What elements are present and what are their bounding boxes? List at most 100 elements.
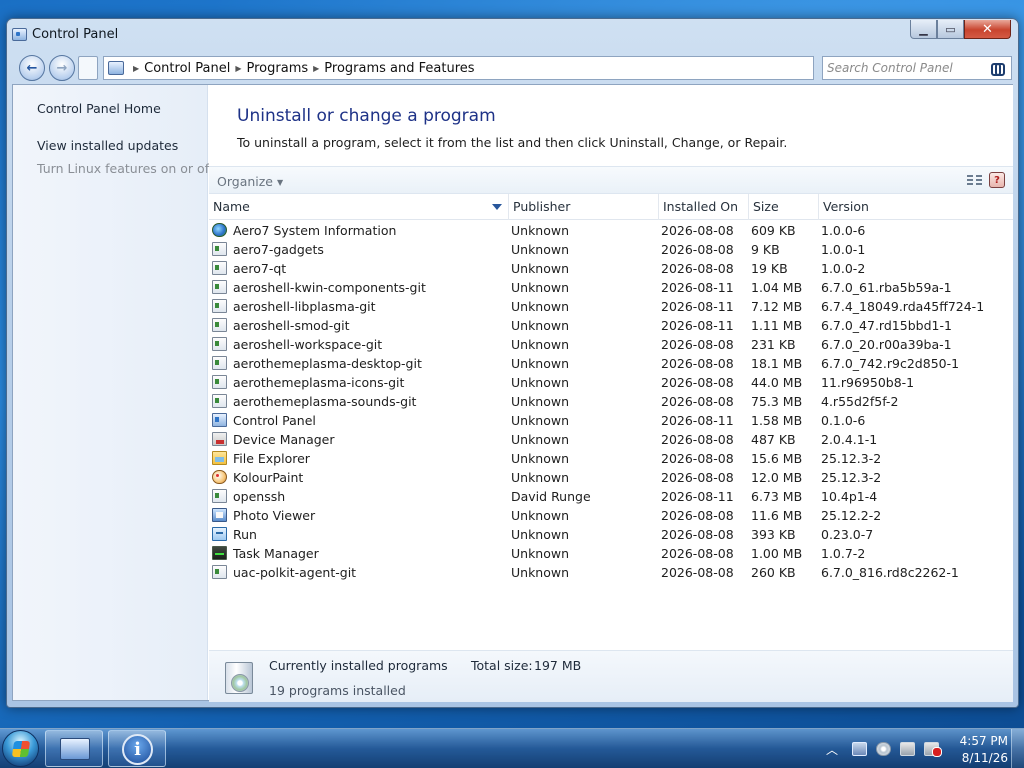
program-name: aeroshell-libplasma-git [233,299,376,314]
volume-muted-icon[interactable] [924,742,942,757]
program-name: aerothemeplasma-sounds-git [233,394,417,409]
device-icon[interactable] [900,742,915,756]
table-row[interactable]: File Explorer Unknown 2026-08-08 15.6 MB 25.… [209,449,1013,468]
main-pane: Uninstall or change a program To uninsta… [209,85,1013,702]
program-size: 18.1 MB [751,356,803,371]
table-row[interactable]: aeroshell-libplasma-git Unknown 2026-08-11… [209,297,1013,316]
table-row[interactable]: Aero7 System Information Unknown 2026-08-0… [209,221,1013,240]
taskbar-clock[interactable]: 4:57 PM 8/11/26 [946,733,1008,767]
program-installed-on: 2026-08-08 [661,261,734,276]
search-input[interactable] [827,61,987,75]
program-size: 75.3 MB [751,394,803,409]
table-row[interactable]: aeroshell-workspace-git Unknown 2026-08-08… [209,335,1013,354]
table-row[interactable]: openssh David Runge 2026-08-11 6.73 MB 10.4p… [209,487,1013,506]
table-row[interactable]: Task Manager Unknown 2026-08-08 1.00 MB 1.0.… [209,544,1013,563]
table-row[interactable]: aerothemeplasma-icons-git Unknown 2026-08-… [209,373,1013,392]
table-row[interactable]: Run Unknown 2026-08-08 393 KB 0.23.0-7 [209,525,1013,544]
breadcrumb-control-panel[interactable]: Control Panel [144,61,230,76]
program-name: aero7-gadgets [233,242,324,257]
program-publisher: Unknown [511,451,570,466]
paint-icon [212,470,227,484]
chevron-right-icon[interactable]: ▶ [133,64,139,73]
control-panel-window: Control Panel ▁ ▭ ✕ ← → ▶ Control Panel … [6,18,1019,708]
globe-icon [212,223,227,237]
table-row[interactable]: aero7-gadgets Unknown 2026-08-08 9 KB 1.0.0-… [209,240,1013,259]
chevron-right-icon[interactable]: ▶ [313,64,319,73]
organize-menu[interactable]: Organize ▼ [217,174,283,189]
show-desktop-button[interactable] [1011,729,1024,768]
program-publisher: Unknown [511,470,570,485]
program-name: uac-polkit-agent-git [233,565,357,580]
program-size: 1.04 MB [751,280,803,295]
clock-time: 4:57 PM [959,734,1008,748]
folder-icon [212,451,227,465]
total-size-label: Total size: [471,658,533,673]
program-installed-on: 2026-08-11 [661,318,734,333]
search-box [822,56,1012,80]
program-name: Run [233,527,257,542]
sort-descending-icon [492,204,502,210]
taskbar-control-panel-button[interactable] [45,730,103,767]
program-version: 1.0.0-2 [821,261,866,276]
table-row[interactable]: aero7-qt Unknown 2026-08-08 19 KB 1.0.0-2 [209,259,1013,278]
taskbar-info-button[interactable]: i [108,730,166,767]
breadcrumb-programs-and-features[interactable]: Programs and Features [324,61,474,76]
table-row[interactable]: aerothemeplasma-desktop-git Unknown 2026-0… [209,354,1013,373]
chevron-right-icon[interactable]: ▶ [235,64,241,73]
address-bar[interactable]: ▶ Control Panel ▶ Programs ▶ Programs an… [103,56,814,80]
control-panel-icon [60,738,90,760]
table-row[interactable]: aerothemeplasma-sounds-git Unknown 2026-08… [209,392,1013,411]
program-size: 1.58 MB [751,413,803,428]
view-options-icon[interactable] [967,174,983,187]
network-icon[interactable] [852,742,867,756]
program-publisher: Unknown [511,432,570,447]
table-row[interactable]: Device Manager Unknown 2026-08-08 487 KB 2.0… [209,430,1013,449]
program-version: 6.7.0_742.r9c2d850-1 [821,356,960,371]
forward-button[interactable]: → [49,55,75,81]
table-row[interactable]: uac-polkit-agent-git Unknown 2026-08-08 260… [209,563,1013,582]
table-row[interactable]: Control Panel Unknown 2026-08-11 1.58 MB 0.1… [209,411,1013,430]
arrow-left-icon: ← [26,60,38,76]
program-version: 2.0.4.1-1 [821,432,878,447]
program-publisher: Unknown [511,375,570,390]
maximize-button[interactable]: ▭ [937,20,964,39]
chevron-down-icon: ▼ [277,178,284,187]
program-publisher: Unknown [511,356,570,371]
status-title: Currently installed programs [269,658,448,673]
disc-icon[interactable] [876,742,891,756]
package-icon [212,394,227,408]
window-title: Control Panel [32,27,119,42]
table-row[interactable]: Photo Viewer Unknown 2026-08-08 11.6 MB 25.1… [209,506,1013,525]
package-icon [212,565,227,579]
program-installed-on: 2026-08-08 [661,375,734,390]
table-row[interactable]: KolourPaint Unknown 2026-08-08 12.0 MB 25.12… [209,468,1013,487]
program-publisher: Unknown [511,223,570,238]
search-icon[interactable] [991,63,1005,76]
recent-pages-dropdown[interactable] [78,56,98,80]
show-hidden-icons-chevron-icon[interactable]: ︿ [826,741,838,758]
column-header-version[interactable]: Version [819,194,1013,220]
sidebar-item-view-installed-updates[interactable]: View installed updates [37,138,178,153]
program-publisher: Unknown [511,261,570,276]
title-bar[interactable]: Control Panel ▁ ▭ ✕ [7,19,1018,49]
sidebar-item-control-panel-home[interactable]: Control Panel Home [37,101,161,116]
back-button[interactable]: ← [19,55,45,81]
program-publisher: David Runge [511,489,591,504]
column-header-installed-on[interactable]: Installed On [659,194,749,220]
help-icon[interactable]: ? [989,172,1005,188]
column-header-size[interactable]: Size [749,194,819,220]
photo-icon [212,508,227,522]
table-row[interactable]: aeroshell-smod-git Unknown 2026-08-11 1.11 … [209,316,1013,335]
start-button[interactable] [2,730,39,767]
program-publisher: Unknown [511,546,570,561]
program-size: 7.12 MB [751,299,803,314]
minimize-button[interactable]: ▁ [910,20,937,39]
column-header-publisher[interactable]: Publisher [509,194,659,220]
table-row[interactable]: aeroshell-kwin-components-git Unknown 2026… [209,278,1013,297]
package-icon [212,356,227,370]
breadcrumb-programs[interactable]: Programs [247,61,309,76]
column-header-name[interactable]: Name [209,194,509,220]
close-button[interactable]: ✕ [964,20,1011,39]
program-installed-on: 2026-08-08 [661,394,734,409]
column-header-row: Name Publisher Installed On Size Version [209,194,1013,220]
